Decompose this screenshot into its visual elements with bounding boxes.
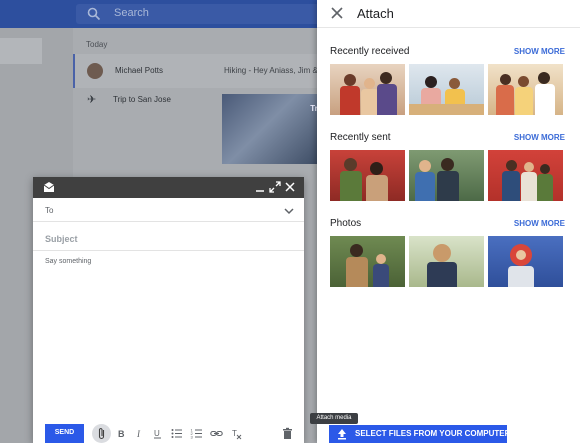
compose-window: To Subject Say something SEND B I U 1 2 … [33, 177, 304, 443]
photo-thumbnail[interactable] [409, 64, 484, 115]
upload-icon [338, 429, 346, 440]
photo-thumbnail[interactable] [330, 236, 405, 287]
attach-icon [98, 428, 105, 440]
thumbnail-row-photos [330, 236, 563, 287]
attach-button[interactable] [92, 424, 111, 443]
compose-header [33, 177, 304, 198]
expand-icon[interactable] [269, 181, 281, 193]
sidebar-selected-item[interactable] [0, 38, 42, 64]
clear-format-icon[interactable]: T [230, 427, 243, 440]
send-button[interactable]: SEND [45, 424, 84, 443]
subject-field[interactable]: Subject [45, 234, 78, 244]
close-icon[interactable] [284, 181, 296, 193]
svg-text:3: 3 [191, 435, 194, 440]
bold-icon[interactable]: B [115, 427, 128, 440]
message-body-field[interactable]: Say something [45, 258, 91, 265]
attach-panel: Attach Recently received SHOW MORE Recen… [317, 0, 580, 443]
link-icon[interactable] [210, 427, 223, 440]
bulleted-list-icon[interactable] [170, 427, 183, 440]
show-more-button[interactable]: SHOW MORE [514, 133, 565, 142]
thumbnail-row-recently-received [330, 64, 563, 115]
photo-thumbnail[interactable] [488, 150, 563, 201]
search-icon [87, 7, 101, 21]
photo-thumbnail[interactable] [330, 150, 405, 201]
airplane-icon: ✈ [87, 94, 97, 106]
attach-media-tooltip: Attach media [310, 413, 358, 424]
trash-icon[interactable] [281, 427, 294, 440]
select-files-label: SELECT FILES FROM YOUR COMPUTER [355, 429, 511, 438]
svg-text:B: B [118, 429, 125, 439]
close-icon[interactable] [329, 5, 345, 21]
photo-thumbnail[interactable] [330, 64, 405, 115]
trip-preview-image[interactable]: Tri [222, 94, 320, 164]
avatar [87, 63, 103, 79]
divider [33, 221, 304, 222]
search-placeholder: Search [114, 7, 149, 19]
italic-icon[interactable]: I [133, 427, 146, 440]
select-files-button[interactable]: SELECT FILES FROM YOUR COMPUTER [329, 425, 511, 443]
chevron-down-icon[interactable] [284, 207, 294, 215]
photo-thumbnail[interactable] [488, 64, 563, 115]
attach-panel-header: Attach [317, 0, 580, 28]
row-sender: Michael Potts [115, 66, 164, 75]
section-title-recently-sent: Recently sent [330, 132, 391, 143]
photo-thumbnail[interactable] [409, 236, 484, 287]
attach-panel-title: Attach [357, 6, 394, 21]
minimize-icon[interactable] [254, 181, 266, 193]
numbered-list-icon[interactable]: 1 2 3 [190, 427, 203, 440]
section-title-recently-received: Recently received [330, 46, 410, 57]
thumbnail-row-recently-sent [330, 150, 563, 201]
search-bar[interactable]: Search [76, 4, 336, 24]
to-field-label[interactable]: To [45, 206, 53, 215]
inbox-row[interactable]: Michael Potts Hiking - Hey Aniass, Jim &… [73, 54, 338, 88]
photo-thumbnail[interactable] [409, 150, 484, 201]
send-label: SEND [54, 429, 75, 436]
show-more-button[interactable]: SHOW MORE [514, 219, 565, 228]
mail-icon [43, 182, 55, 192]
divider [33, 250, 304, 251]
section-title-photos: Photos [330, 218, 362, 229]
show-more-button[interactable]: SHOW MORE [514, 47, 565, 56]
underline-icon[interactable]: U [151, 427, 164, 440]
row-sender: Trip to San Jose [113, 95, 171, 104]
svg-text:T: T [232, 429, 237, 438]
svg-text:U: U [154, 429, 160, 438]
photo-thumbnail[interactable] [488, 236, 563, 287]
section-today-label: Today [86, 40, 108, 49]
svg-text:I: I [136, 429, 141, 439]
